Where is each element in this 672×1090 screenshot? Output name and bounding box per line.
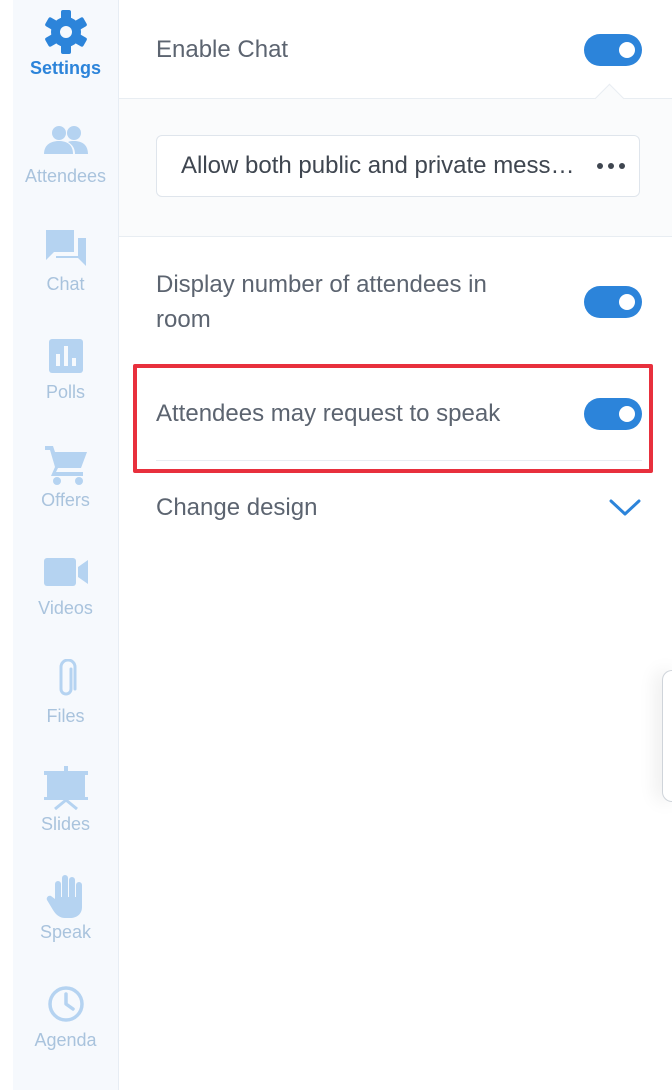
sidebar-item-chat[interactable]: Chat xyxy=(13,216,118,316)
sidebar-item-label: Agenda xyxy=(34,1030,97,1050)
sidebar-nav: Settings Attendees Chat Polls Offers Vid… xyxy=(13,0,119,1090)
display-attendees-row: Display number of attendees in room xyxy=(156,267,642,337)
toggle-knob xyxy=(619,41,635,58)
sidebar-item-videos[interactable]: Videos xyxy=(13,540,118,640)
toggle-knob xyxy=(619,405,635,422)
change-design-label: Change design xyxy=(156,494,318,521)
sidebar-item-polls[interactable]: Polls xyxy=(13,324,118,424)
floating-panel-edge xyxy=(662,670,672,802)
video-camera-icon xyxy=(42,550,90,594)
sidebar-item-label: Chat xyxy=(46,274,85,294)
window-edge xyxy=(0,0,13,1090)
enable-chat-label: Enable Chat xyxy=(156,36,289,63)
chevron-down-icon[interactable] xyxy=(608,498,642,518)
request-speak-label: Attendees may request to speak xyxy=(156,400,501,427)
sidebar-item-attendees[interactable]: Attendees xyxy=(13,108,118,208)
chat-icon xyxy=(42,226,90,270)
sidebar-item-label: Slides xyxy=(40,814,91,834)
request-speak-row: Attendees may request to speak xyxy=(156,396,642,431)
sidebar-item-label: Attendees xyxy=(24,166,107,186)
paperclip-icon xyxy=(42,658,90,702)
sidebar-item-speak[interactable]: Speak xyxy=(13,864,118,964)
enable-chat-toggle[interactable] xyxy=(584,33,642,66)
cart-icon xyxy=(42,442,90,486)
sidebar-item-label: Videos xyxy=(38,598,93,618)
enable-chat-row: Enable Chat xyxy=(156,32,642,67)
sidebar-item-slides[interactable]: Slides xyxy=(13,756,118,856)
display-attendees-toggle[interactable] xyxy=(584,286,642,318)
sidebar-item-label: Polls xyxy=(45,382,85,402)
chat-options-panel: Allow both public and private messages xyxy=(119,99,672,237)
display-attendees-label: Display number of attendees in room xyxy=(156,271,487,333)
sidebar-item-label: Files xyxy=(46,706,85,726)
poll-chart-icon xyxy=(42,334,90,378)
sidebar-item-label: Offers xyxy=(41,490,90,510)
sidebar-item-files[interactable]: Files xyxy=(13,648,118,748)
settings-panel: Enable Chat Allow both public and privat… xyxy=(119,0,672,1090)
request-speak-toggle[interactable] xyxy=(584,397,642,430)
sidebar-item-agenda[interactable]: Agenda xyxy=(13,972,118,1072)
divider xyxy=(156,460,642,461)
presentation-icon xyxy=(42,766,90,810)
hand-icon xyxy=(42,874,90,918)
sidebar-item-settings[interactable]: Settings xyxy=(13,0,118,100)
chat-mode-select[interactable]: Allow both public and private messages xyxy=(156,135,640,197)
sidebar-item-label: Speak xyxy=(39,922,92,942)
sidebar-item-offers[interactable]: Offers xyxy=(13,432,118,532)
sidebar-item-label: Settings xyxy=(29,58,101,78)
chat-mode-value: Allow both public and private messages xyxy=(181,152,583,179)
clock-icon xyxy=(42,982,90,1026)
people-icon xyxy=(42,118,90,162)
change-design-row[interactable]: Change design xyxy=(156,490,642,525)
gear-icon xyxy=(42,10,90,54)
toggle-knob xyxy=(619,294,635,310)
more-icon[interactable] xyxy=(597,163,625,169)
